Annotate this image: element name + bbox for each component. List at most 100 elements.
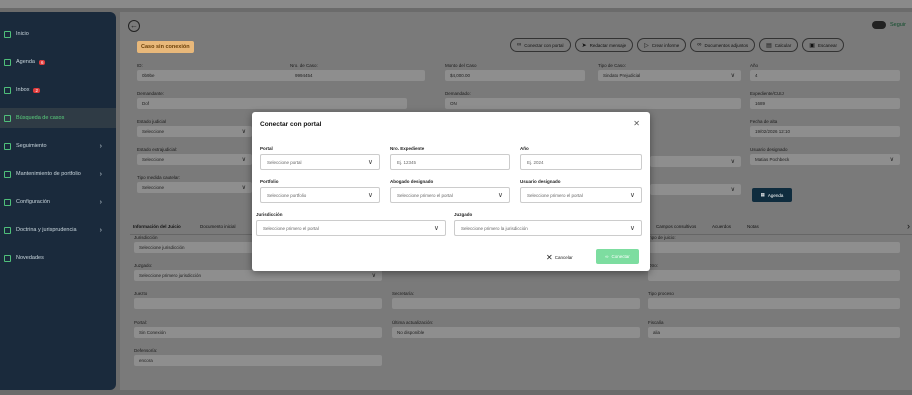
defendant-input[interactable]: ON — [445, 98, 741, 109]
portal-label: Portal: — [134, 320, 148, 325]
modal-portfolio-field: Portfolio Seleccione portfolio — [260, 179, 380, 203]
scan-button[interactable]: ▣ Escanear — [802, 38, 844, 52]
create-report-button[interactable]: ▷ Crear informe — [637, 38, 687, 52]
hidden-select-row2[interactable] — [650, 156, 741, 167]
process-type-input[interactable] — [648, 298, 900, 309]
extrajudicial-status-label: Estado extrajudicial: — [137, 147, 178, 152]
scan-label: Escanear — [817, 42, 837, 48]
sidebar-item-label: Doctrina y jurisprudencia — [16, 227, 77, 233]
modal-portfolio-select[interactable]: Seleccione portfolio — [260, 187, 380, 203]
modal-connect-button[interactable]: ∞ Conectar — [596, 249, 639, 264]
modal-jurisdiction-select[interactable]: Seleccione primero el portal — [256, 220, 446, 236]
other-label: Otro: — [648, 263, 659, 268]
file-input[interactable]: 1689 — [750, 98, 900, 109]
sidebar-item-label: Seguimiento — [16, 143, 47, 149]
modal-expediente-input[interactable]: Ej. 12345 — [390, 154, 510, 170]
judge-input[interactable] — [134, 298, 382, 309]
last-update-value: No disponible — [392, 327, 640, 338]
prosecutor-label: Fiscalía — [648, 320, 664, 325]
defense-field: Defensoría: encora — [134, 348, 382, 366]
link-icon: ∞ — [605, 254, 609, 259]
judicial-status-select[interactable]: Seleccione — [137, 126, 252, 137]
sidebar-item-busqueda[interactable]: Búsqueda de casos — [0, 108, 116, 128]
trial-type-input[interactable] — [648, 242, 900, 253]
draft-message-button[interactable]: ➤ Redactar mensaje — [574, 38, 634, 52]
secretary-input[interactable] — [392, 298, 640, 309]
connect-portal-button[interactable]: ∞ Conectar con portal — [510, 38, 571, 52]
follow-toggle[interactable] — [872, 21, 886, 29]
portfolio-icon — [4, 170, 11, 178]
status-badge: Caso sin conexión — [137, 41, 194, 53]
created-date-field: Fecha de alta 19/02/2026 12:10 — [750, 119, 900, 137]
modal-lawyer-label: Abogado designado — [390, 179, 434, 184]
sidebar-item-mantenimiento[interactable]: Mantenimiento de portfolio › — [0, 164, 116, 184]
process-type-label: Tipo proceso — [648, 291, 674, 296]
modal-lawyer-field: Abogado designado Seleccione primero el p… — [390, 179, 510, 203]
created-date-value: 19/02/2026 12:10 — [750, 126, 900, 137]
tab-acuerdos[interactable]: Acuerdos — [712, 224, 731, 229]
case-number-input[interactable]: 9994454 — [290, 70, 425, 81]
extrajudicial-status-field: Estado extrajudicial: Seleccione — [137, 147, 252, 165]
inbox-count-badge: 2 — [33, 87, 40, 93]
create-report-label: Crear informe — [651, 42, 680, 48]
sidebar-item-configuracion[interactable]: Configuración › — [0, 192, 116, 212]
sidebar-item-inicio[interactable]: Inicio — [0, 24, 116, 44]
defendant-field: Demandado: ON — [445, 91, 741, 109]
sidebar-item-agenda[interactable]: Agenda 6 — [0, 52, 116, 72]
modal-user-select[interactable]: Seleccione primero el portal — [520, 187, 642, 203]
chevron-right-icon[interactable]: › — [907, 221, 910, 231]
sidebar-item-label: Agenda — [16, 59, 35, 65]
modal-cancel-button[interactable]: ✕ Cancelar — [546, 253, 573, 262]
year-label: Año — [750, 63, 759, 68]
process-type-field: Tipo proceso — [648, 291, 900, 309]
calculate-label: Calcular — [774, 42, 792, 48]
amount-input[interactable]: $4,000.00 — [445, 70, 585, 81]
assigned-user-select[interactable]: Matias Pochbeck — [750, 154, 900, 165]
sidebar-item-novedades[interactable]: Novedades — [0, 248, 116, 268]
tab-documento-inicial[interactable]: Documento inicial — [200, 224, 236, 229]
chevron-right-icon: › — [99, 226, 102, 234]
chevron-right-icon: › — [99, 198, 102, 206]
precautionary-type-select[interactable]: Seleccione — [137, 182, 252, 193]
plaintiff-label: Demandante: — [137, 91, 165, 96]
modal-portal-select[interactable]: Seleccione portal — [260, 154, 380, 170]
hidden-select-row3[interactable] — [650, 184, 741, 195]
extrajudicial-status-select[interactable]: Seleccione — [137, 154, 252, 165]
sidebar-item-seguimiento[interactable]: Seguimiento › — [0, 136, 116, 156]
case-toolbar: ∞ Conectar con portal ➤ Redactar mensaje ▷… — [510, 38, 844, 52]
defense-input[interactable]: encora — [134, 355, 382, 366]
agenda-button[interactable]: ▦ Agenda — [752, 188, 792, 202]
sidebar-item-inbox[interactable]: Inbox 2 — [0, 80, 116, 100]
close-icon[interactable]: ✕ — [633, 119, 640, 128]
tracking-icon — [4, 142, 11, 150]
calendar-icon: ▦ — [760, 192, 765, 197]
follow-label: Seguir — [890, 22, 906, 28]
modal-court-select[interactable]: Seleccione primero la jurisdicción — [454, 220, 642, 236]
case-type-label: Tipo de Caso: — [598, 63, 626, 68]
case-type-select[interactable]: Sindato Prejudicial — [598, 70, 741, 81]
tab-informacion-juicio[interactable]: Información del Juicio — [133, 224, 181, 229]
modal-portal-field: Portal Seleccione portal — [260, 146, 380, 170]
other-input[interactable] — [648, 270, 900, 281]
close-icon: ✕ — [546, 253, 553, 262]
sidebar-item-label: Inicio — [16, 31, 29, 37]
prosecutor-input[interactable]: alia — [648, 327, 900, 338]
year-input[interactable]: 4 — [750, 70, 900, 81]
attachments-label: Documentos adjuntos — [704, 42, 749, 48]
modal-lawyer-select[interactable]: Seleccione primero el portal — [390, 187, 510, 203]
calculate-button[interactable]: ▤ Calcular — [759, 38, 799, 52]
back-button[interactable]: ← — [128, 20, 140, 32]
modal-connect-label: Conectar — [611, 254, 630, 259]
tab-notas[interactable]: Notas — [747, 224, 759, 229]
news-icon — [4, 254, 11, 262]
file-field: Expediente/CUIJ 1689 — [750, 91, 900, 109]
attachments-button[interactable]: ∞ Documentos adjuntos — [690, 38, 756, 52]
plaintiff-input[interactable]: Dof — [137, 98, 407, 109]
court-select[interactable]: Seleccione primero jurisdicción — [134, 270, 382, 281]
tab-campos-consultivos[interactable]: Campos consultivos — [656, 224, 696, 229]
sidebar: Inicio Agenda 6 Inbox 2 Búsqueda de casos … — [0, 12, 116, 390]
sidebar-item-doctrina[interactable]: Doctrina y jurisprudencia › — [0, 220, 116, 240]
settings-icon — [4, 198, 11, 206]
modal-year-input[interactable]: Ej. 2024 — [520, 154, 642, 170]
modal-court-field: Juzgado Seleccione primero la jurisdicció… — [454, 212, 642, 236]
